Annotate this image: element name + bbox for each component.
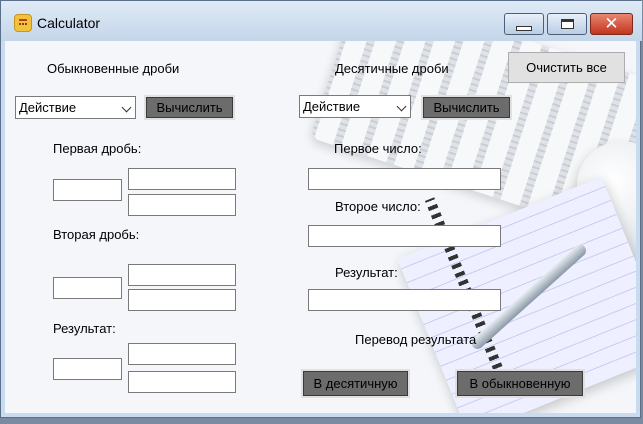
calculator-window: Calculator ✕ Обыкновенные дроби Действие… bbox=[0, 0, 642, 418]
to-decimal-button[interactable]: В десятичную bbox=[301, 369, 410, 398]
first-number-label: Первое число: bbox=[334, 141, 422, 156]
maximize-button[interactable] bbox=[547, 13, 587, 35]
first-fraction-denominator-input[interactable] bbox=[128, 194, 236, 216]
second-fraction-whole-input[interactable] bbox=[53, 277, 122, 299]
result-fraction-numerator-input[interactable] bbox=[128, 343, 236, 365]
result-fraction-denominator-input[interactable] bbox=[128, 371, 236, 393]
first-fraction-whole-input[interactable] bbox=[53, 179, 122, 201]
second-number-input[interactable] bbox=[308, 225, 501, 247]
result-fraction-whole-input[interactable] bbox=[53, 358, 122, 380]
close-icon: ✕ bbox=[604, 13, 619, 34]
second-number-label: Второе число: bbox=[335, 199, 421, 214]
title-bar[interactable]: Calculator ✕ bbox=[1, 1, 642, 41]
first-fraction-label: Первая дробь: bbox=[53, 141, 142, 156]
chevron-down-icon bbox=[121, 102, 132, 113]
common-calculate-button[interactable]: Вычислить bbox=[144, 95, 235, 120]
second-fraction-label: Вторая дробь: bbox=[53, 227, 140, 242]
convert-result-label: Перевод результата bbox=[355, 332, 477, 347]
minimize-button[interactable] bbox=[504, 13, 544, 35]
common-fractions-heading: Обыкновенные дроби bbox=[47, 61, 180, 76]
close-button[interactable]: ✕ bbox=[590, 13, 633, 35]
decimal-result-label: Результат: bbox=[335, 265, 398, 280]
common-result-label: Результат: bbox=[53, 321, 116, 336]
decimal-calculate-button[interactable]: Вычислить bbox=[421, 95, 512, 120]
form-client-area: Обыкновенные дроби Действие Вычислить Пе… bbox=[5, 41, 636, 413]
common-action-select-value: Действие bbox=[19, 100, 77, 115]
to-common-fraction-button[interactable]: В обыкновенную bbox=[455, 369, 585, 398]
chevron-down-icon bbox=[396, 101, 407, 112]
window-title: Calculator bbox=[37, 15, 101, 31]
maximize-icon bbox=[560, 19, 574, 29]
clear-all-button[interactable]: Очистить все bbox=[508, 52, 625, 83]
decimal-result-input[interactable] bbox=[308, 289, 501, 311]
second-fraction-numerator-input[interactable] bbox=[128, 264, 236, 286]
decimal-action-select-value: Действие bbox=[303, 99, 361, 114]
decimal-fractions-heading: Десятичные дроби bbox=[335, 61, 449, 76]
second-fraction-denominator-input[interactable] bbox=[128, 289, 236, 311]
first-number-input[interactable] bbox=[308, 168, 501, 190]
decimal-action-select[interactable]: Действие bbox=[299, 95, 411, 118]
calculator-app-icon bbox=[14, 14, 32, 32]
common-action-select[interactable]: Действие bbox=[15, 96, 136, 119]
first-fraction-numerator-input[interactable] bbox=[128, 168, 236, 190]
minimize-icon bbox=[516, 25, 532, 31]
